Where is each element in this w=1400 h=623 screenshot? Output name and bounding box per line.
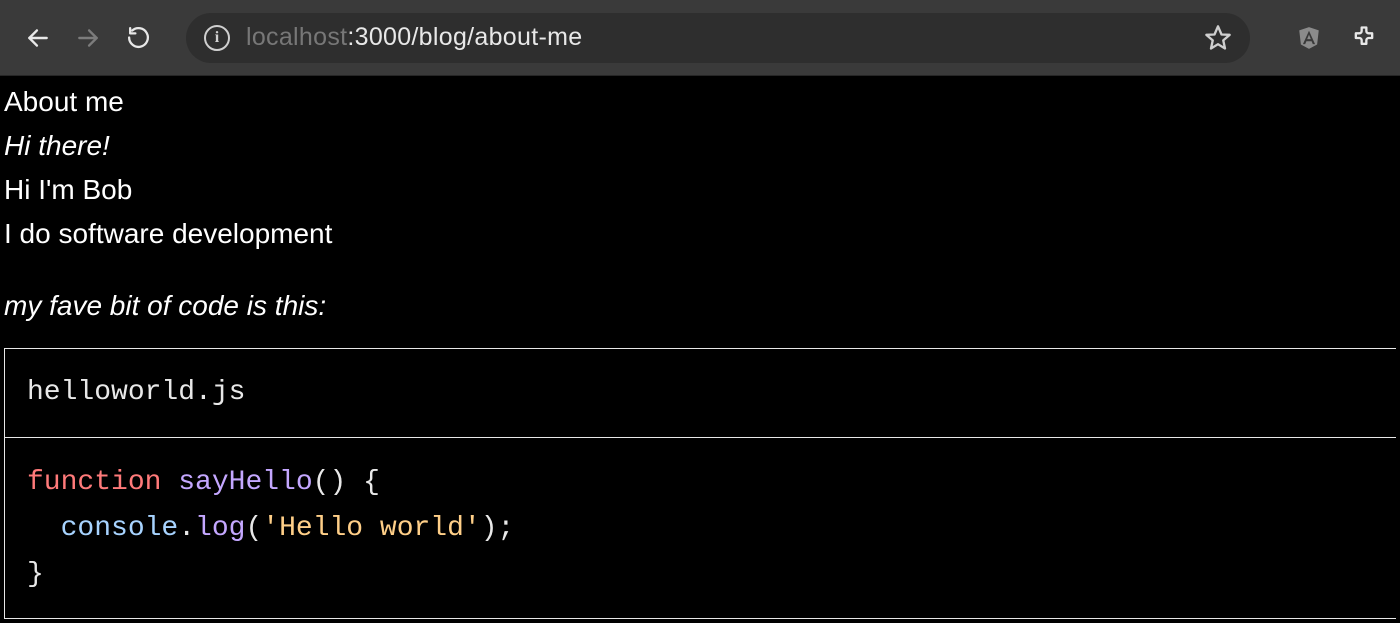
greeting-line: Hi there! <box>4 124 1396 168</box>
blank-line <box>4 256 1396 284</box>
extensions-button[interactable] <box>1350 24 1378 52</box>
arrow-left-icon <box>25 25 51 51</box>
code-filename: helloworld.js <box>4 349 1396 438</box>
token-brace-close: } <box>27 559 44 590</box>
token-call-close: ) <box>481 513 498 544</box>
token-string: 'Hello world' <box>262 513 480 544</box>
shield-a-icon <box>1296 25 1322 51</box>
token-dot: . <box>178 513 195 544</box>
url-text: localhost:3000/blog/about-me <box>246 23 1188 52</box>
angular-devtools-icon[interactable] <box>1296 25 1322 51</box>
code-body: function sayHello() { console.log('Hello… <box>4 438 1396 618</box>
site-info-icon[interactable]: i <box>204 25 230 51</box>
intro-line: Hi I'm Bob <box>4 168 1396 212</box>
puzzle-icon <box>1350 24 1378 52</box>
back-button[interactable] <box>22 22 54 54</box>
token-keyword: function <box>27 467 161 498</box>
code-block: helloworld.js function sayHello() { cons… <box>4 348 1396 619</box>
toolbar-right <box>1296 24 1378 52</box>
token-call-open: ( <box>245 513 262 544</box>
forward-button[interactable] <box>72 22 104 54</box>
url-path: :3000/blog/about-me <box>347 23 582 51</box>
reload-icon <box>126 25 151 50</box>
token-log: log <box>195 513 245 544</box>
url-host: localhost <box>246 23 347 51</box>
arrow-right-icon <box>75 25 101 51</box>
page-content: About me Hi there! Hi I'm Bob I do softw… <box>0 76 1400 623</box>
token-console: console <box>61 513 179 544</box>
address-bar[interactable]: i localhost:3000/blog/about-me <box>186 13 1250 63</box>
reload-button[interactable] <box>122 22 154 54</box>
token-semicolon: ; <box>498 513 515 544</box>
token-indent <box>27 513 61 544</box>
code-intro-line: my fave bit of code is this: <box>4 284 1396 328</box>
page-title: About me <box>4 80 1396 124</box>
job-line: I do software development <box>4 212 1396 256</box>
token-brace-open: { <box>363 467 380 498</box>
star-icon <box>1204 24 1232 52</box>
token-function-name: sayHello <box>178 467 312 498</box>
token-parens: () <box>313 467 347 498</box>
bookmark-button[interactable] <box>1204 24 1232 52</box>
browser-toolbar: i localhost:3000/blog/about-me <box>0 0 1400 76</box>
